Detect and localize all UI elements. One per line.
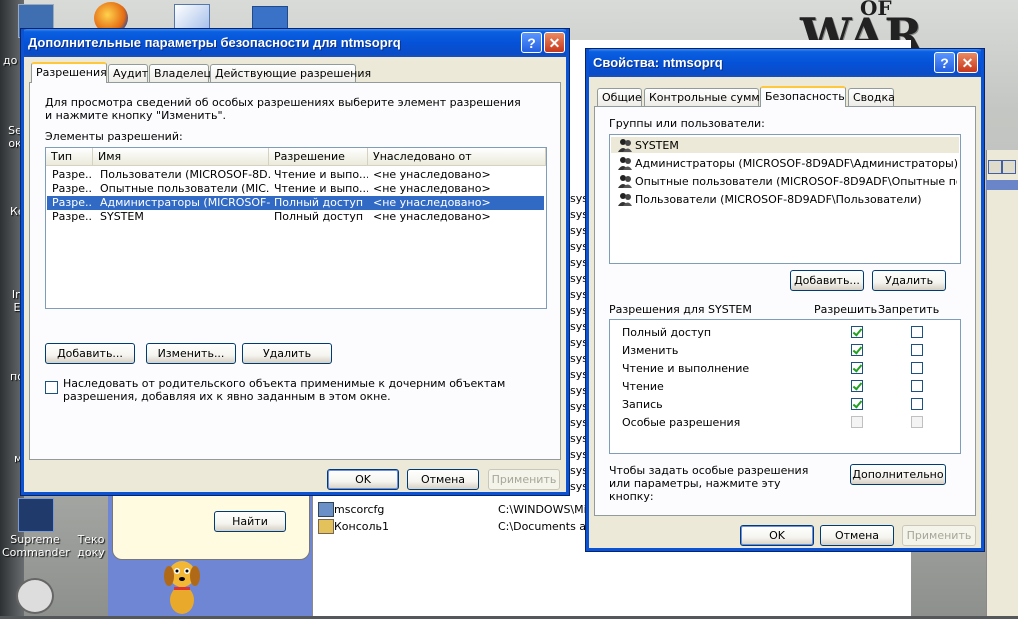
deny-checkbox[interactable] [911, 326, 923, 338]
inherit-checkbox-label[interactable]: Наследовать от родительского объекта при… [63, 377, 543, 403]
table-cell-type: Разре... [52, 168, 92, 181]
table-cell-inherited: <не унаследовано> [373, 210, 491, 223]
allow-column-header: Разрешить [814, 303, 878, 316]
table-cell-name: Опытные пользователи (MIC... [100, 182, 270, 195]
mscorcfg-icon [318, 502, 334, 517]
deny-checkbox[interactable] [911, 344, 923, 356]
supreme-commander-label[interactable]: Supreme Commander [2, 533, 70, 559]
tab-checksums[interactable]: Контрольные суммы [644, 88, 768, 107]
allow-checkbox[interactable] [851, 380, 863, 392]
security-tab-panel: Группы или пользователи: SYSTEM Админист… [594, 106, 976, 516]
tab-summary[interactable]: Сводка [848, 88, 895, 107]
tab-effective-permissions[interactable]: Действующие разрешения [210, 64, 371, 83]
inherit-checkbox[interactable] [45, 381, 58, 394]
group-icon [618, 138, 632, 152]
list-item[interactable]: Администраторы (MICROSOF-8D9ADF\Админист… [635, 157, 958, 171]
list-item[interactable]: SYSTEM [635, 139, 679, 153]
file-name[interactable]: Консоль1 [334, 520, 389, 533]
cancel-button[interactable]: Отмена [820, 525, 894, 546]
table-cell-type: Разре... [52, 182, 92, 195]
column-header-name[interactable]: Имя [93, 148, 269, 166]
group-icon [618, 156, 632, 170]
background-window-edge [986, 150, 1018, 616]
groups-label: Группы или пользователи: [609, 117, 765, 130]
group-icon [618, 192, 632, 206]
permission-name: Запись [622, 398, 663, 411]
deny-checkbox[interactable] [911, 380, 923, 392]
deny-column-header: Запретить [878, 303, 940, 316]
supreme-commander-icon[interactable] [18, 498, 54, 532]
find-button[interactable]: Найти [214, 511, 286, 532]
desktop-icon-round[interactable] [16, 578, 54, 614]
ok-button[interactable]: OK [740, 525, 814, 546]
deny-checkbox [911, 416, 923, 428]
permission-name: Изменить [622, 344, 679, 357]
permission-name: Полный доступ [622, 326, 712, 339]
apply-button: Применить [488, 469, 560, 490]
permission-name: Особые разрешения [622, 416, 741, 429]
table-cell-name: SYSTEM [100, 210, 144, 223]
ok-button[interactable]: OK [327, 469, 399, 490]
maximize-icon[interactable] [1002, 160, 1016, 174]
groups-list[interactable]: SYSTEM Администраторы (MICROSOF-8D9ADF\А… [609, 134, 961, 264]
table-cell-permission: Чтение и выпо... [274, 182, 368, 195]
edit-permission-button[interactable]: Изменить... [146, 343, 236, 364]
permission-name: Чтение [622, 380, 664, 393]
column-header-inherited[interactable]: Унаследовано от [368, 148, 546, 166]
search-dog-icon [160, 556, 204, 616]
table-cell-permission: Полный доступ [274, 196, 364, 209]
list-item[interactable]: Пользователи (MICROSOF-8D9ADF\Пользовате… [635, 193, 922, 207]
table-cell-name: Пользователи (MICROSOF-8D... [100, 168, 270, 181]
file-path: C:\WINDOWS\Micr [498, 503, 586, 516]
allow-checkbox[interactable] [851, 326, 863, 338]
deny-checkbox[interactable] [911, 362, 923, 374]
background-window-bar [986, 180, 1018, 190]
allow-checkbox[interactable] [851, 362, 863, 374]
desktop-label-fragment: до [3, 54, 18, 67]
table-cell-inherited: <не унаследовано> [373, 168, 491, 181]
desktop-label-fragment[interactable]: Теко доку [74, 533, 108, 559]
table-cell-permission: Полный доступ [274, 210, 364, 223]
tab-permissions[interactable]: Разрешения [31, 62, 107, 83]
add-permission-button[interactable]: Добавить... [45, 343, 135, 364]
deny-checkbox[interactable] [911, 398, 923, 410]
permissions-list: Полный доступ Изменить Чтение и выполнен… [609, 319, 961, 454]
remove-user-button[interactable]: Удалить [872, 270, 946, 291]
permissions-description: Для просмотра сведений об особых разреше… [45, 96, 521, 122]
file-name[interactable]: mscorcfg [334, 503, 384, 516]
file-path: C:\Documents and [498, 520, 586, 533]
advanced-button[interactable]: Дополнительно [850, 464, 946, 485]
list-item[interactable]: Опытные пользователи (MICROSOF-8D9ADF\Оп… [635, 175, 957, 189]
add-user-button[interactable]: Добавить... [790, 270, 864, 291]
allow-checkbox[interactable] [851, 398, 863, 410]
column-header-type[interactable]: Тип [46, 148, 93, 166]
cancel-button[interactable]: Отмена [407, 469, 479, 490]
table-cell-type: Разре... [52, 210, 92, 223]
minimize-icon[interactable] [988, 160, 1002, 174]
table-cell-name: Администраторы (MICROSOF-... [100, 196, 270, 209]
permission-entries-list[interactable]: Тип Имя Разрешение Унаследовано от Разре… [45, 147, 547, 309]
table-cell-type: Разре... [52, 196, 92, 209]
column-header-permission[interactable]: Разрешение [269, 148, 368, 166]
group-icon [618, 174, 632, 188]
table-cell-permission: Чтение и выпо... [274, 168, 368, 181]
special-permissions-note: Чтобы задать особые разрешения или парам… [609, 464, 809, 503]
tab-audit[interactable]: Аудит [108, 64, 148, 83]
table-cell-inherited: <не унаследовано> [373, 182, 491, 195]
permission-name: Чтение и выполнение [622, 362, 750, 375]
allow-checkbox[interactable] [851, 344, 863, 356]
advanced-security-dialog: Дополнительные параметры безопасности дл… [20, 28, 570, 496]
permission-entries-label: Элементы разрешений: [45, 130, 183, 143]
tab-general[interactable]: Общие [597, 88, 642, 107]
permissions-for-label: Разрешения для SYSTEM [609, 303, 752, 316]
tab-owner[interactable]: Владелец [149, 64, 211, 83]
apply-button: Применить [902, 525, 976, 546]
tab-security[interactable]: Безопасность [760, 86, 846, 107]
console-icon [318, 519, 334, 534]
properties-dialog: Свойства: ntmsoprq ? ✕ Общие Контрольные… [585, 48, 985, 552]
table-cell-inherited: <не унаследовано> [373, 196, 491, 209]
permissions-tab-panel: Для просмотра сведений об особых разреше… [29, 82, 561, 460]
allow-checkbox [851, 416, 863, 428]
delete-permission-button[interactable]: Удалить [242, 343, 332, 364]
